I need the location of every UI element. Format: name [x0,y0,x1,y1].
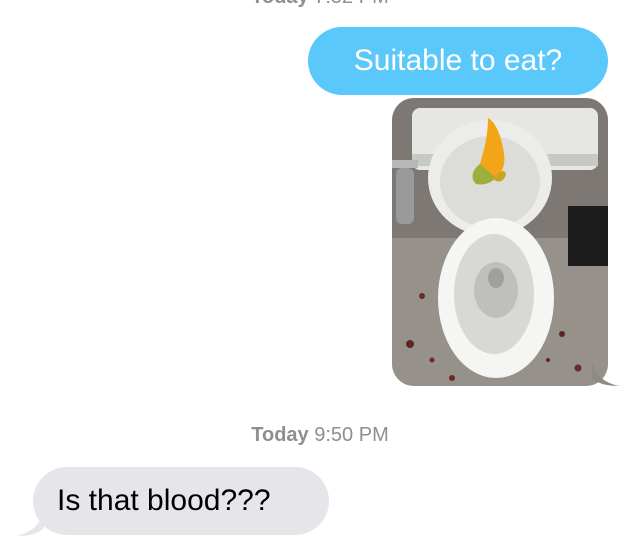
photo-attachment[interactable] [392,98,608,386]
outgoing-bubble-tail [592,362,620,386]
toilet-photo-image [392,98,608,386]
timestamp-day: Today [251,0,308,8]
timestamp-top: Today 7:52 PM [0,0,640,9]
outgoing-message-bubble[interactable]: Suitable to eat? [308,27,608,95]
timestamp-bottom: Today 9:50 PM [0,424,640,447]
timestamp-time: 9:50 PM [314,424,389,446]
incoming-message-text: Is that blood??? [57,484,271,517]
incoming-message-bubble[interactable]: Is that blood??? [33,467,329,535]
outgoing-message-text: Suitable to eat? [353,44,563,77]
timestamp-day: Today [251,424,309,446]
timestamp-time: 7:52 PM [314,0,388,8]
